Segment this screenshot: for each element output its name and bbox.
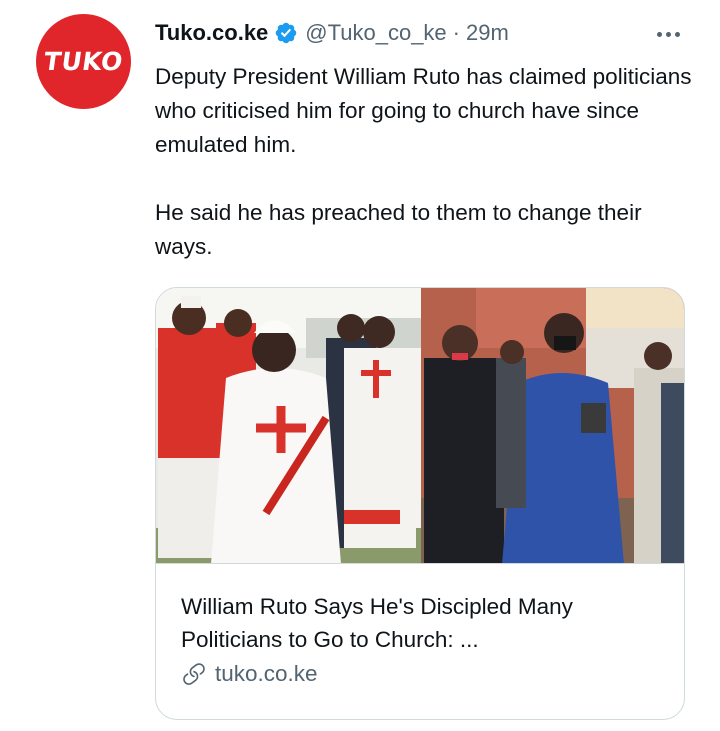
card-domain[interactable]: tuko.co.ke (215, 661, 318, 687)
user-handle[interactable]: @Tuko_co_ke (305, 20, 446, 46)
tweet-paragraph-2: He said he has preached to them to chang… (155, 200, 642, 259)
card-domain-row: tuko.co.ke (181, 661, 661, 687)
verified-badge-icon (274, 21, 298, 45)
avatar[interactable]: TUKO (36, 14, 131, 109)
card-body: William Ruto Says He's Discipled Many Po… (181, 590, 661, 687)
card-title[interactable]: William Ruto Says He's Discipled Many Po… (181, 590, 661, 656)
link-icon (181, 661, 207, 687)
card-title-line-2: Politicians to Go to Church: ... (181, 627, 479, 652)
tweet-header: Tuko.co.ke @Tuko_co_ke · 29m (155, 18, 695, 48)
card-image[interactable] (156, 288, 684, 564)
more-options-icon[interactable] (648, 22, 688, 46)
tweet-text: Deputy President William Ruto has claime… (155, 60, 695, 264)
avatar-logo-text: TUKO (42, 47, 125, 76)
tweet-paragraph-1: Deputy President William Ruto has claime… (155, 64, 692, 157)
card-title-line-1: William Ruto Says He's Discipled Many (181, 594, 573, 619)
link-preview-card[interactable]: William Ruto Says He's Discipled Many Po… (155, 287, 685, 720)
display-name[interactable]: Tuko.co.ke (155, 20, 268, 46)
timestamp[interactable]: 29m (466, 20, 509, 46)
separator-dot: · (452, 20, 460, 45)
